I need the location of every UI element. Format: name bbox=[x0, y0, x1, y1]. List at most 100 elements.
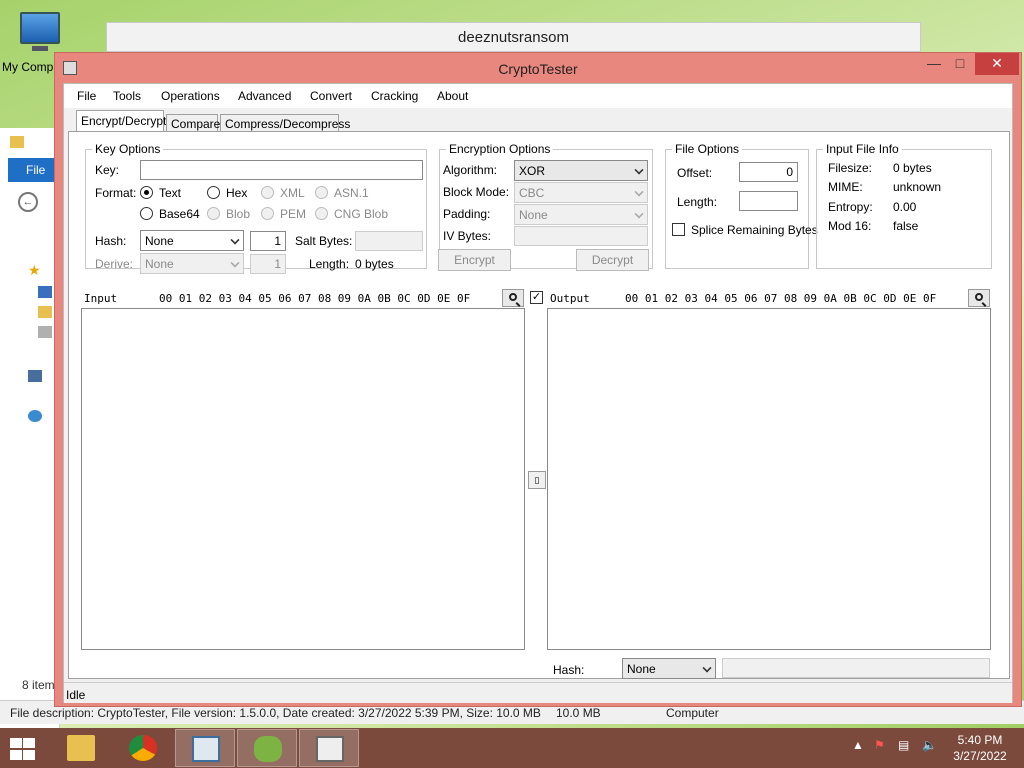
chrome-icon bbox=[129, 735, 157, 761]
format-hex-radio[interactable] bbox=[207, 186, 220, 199]
computer-icon bbox=[20, 12, 60, 44]
format-asn1-label: ASN.1 bbox=[334, 186, 369, 200]
offset-input[interactable] bbox=[739, 162, 798, 182]
output-search-button[interactable] bbox=[968, 289, 990, 307]
cryptotester-icon bbox=[254, 736, 282, 762]
cryptotester-window[interactable]: CryptoTester — □ ✕ File Tools Operations… bbox=[54, 52, 1022, 707]
splice-remaining-label: Splice Remaining Bytes bbox=[691, 223, 818, 237]
key-input[interactable] bbox=[140, 160, 423, 180]
close-button[interactable]: ✕ bbox=[975, 53, 1019, 75]
format-blob-radio[interactable] bbox=[207, 207, 220, 220]
menu-advanced[interactable]: Advanced bbox=[238, 89, 291, 103]
format-text-radio[interactable] bbox=[140, 186, 153, 199]
output-hash-result[interactable] bbox=[722, 658, 990, 678]
desktop-folder-icon bbox=[38, 286, 52, 298]
algorithm-select-value: XOR bbox=[519, 164, 546, 178]
mime-value: unknown bbox=[893, 180, 942, 194]
hash-select[interactable]: None bbox=[140, 230, 244, 251]
entropy-value: 0.00 bbox=[893, 200, 917, 214]
output-hex-editor[interactable] bbox=[547, 308, 991, 650]
background-window[interactable]: deeznutsransom bbox=[106, 22, 921, 52]
explorer-file-tab[interactable]: File bbox=[8, 158, 54, 182]
format-asn1-radio[interactable] bbox=[315, 186, 328, 199]
offset-label: Offset: bbox=[677, 166, 713, 180]
salt-bytes-label: Salt Bytes: bbox=[295, 234, 353, 248]
format-pem-label: PEM bbox=[280, 207, 307, 221]
tab-strip: Encrypt/Decrypt Compare Compress/Decompr… bbox=[64, 110, 1012, 132]
menu-about[interactable]: About bbox=[437, 89, 468, 103]
filesize-value: 0 bytes bbox=[893, 161, 932, 175]
key-length-label: Length: bbox=[309, 257, 350, 271]
derive-select[interactable]: None bbox=[140, 253, 244, 274]
explorer-item-count: 8 item bbox=[22, 678, 55, 692]
input-pane-label: Input bbox=[84, 292, 118, 305]
taskbar-chrome[interactable] bbox=[113, 729, 173, 767]
derive-iterations-input[interactable] bbox=[250, 254, 286, 274]
decrypt-button[interactable]: Decrypt bbox=[576, 249, 649, 271]
iv-bytes-input[interactable] bbox=[514, 226, 648, 246]
start-button[interactable] bbox=[6, 736, 36, 760]
taskbar: ▲ ⚑ ▤ 🔈 5:40 PM 3/27/2022 bbox=[0, 728, 1024, 768]
tab-encrypt-decrypt[interactable]: Encrypt/Decrypt bbox=[76, 110, 166, 132]
file-description: File description: CryptoTester, File ver… bbox=[10, 706, 541, 720]
block-mode-select[interactable]: CBC bbox=[514, 182, 648, 203]
menu-tools[interactable]: Tools bbox=[113, 89, 141, 103]
menu-file[interactable]: File bbox=[77, 89, 96, 103]
star-icon: ★ bbox=[28, 262, 41, 278]
mod16-label: Mod 16: bbox=[828, 219, 872, 233]
clock[interactable]: 5:40 PM 3/27/2022 bbox=[948, 732, 1012, 764]
taskbar-app-window[interactable] bbox=[175, 729, 235, 767]
format-cng-blob-radio[interactable] bbox=[315, 207, 328, 220]
network-icon[interactable]: ▤ bbox=[898, 738, 909, 752]
format-xml-radio[interactable] bbox=[261, 186, 274, 199]
clock-time: 5:40 PM bbox=[957, 733, 1003, 747]
encryption-options-title: Encryption Options bbox=[446, 142, 554, 156]
clock-date: 3/27/2022 bbox=[953, 749, 1007, 763]
taskbar-document[interactable] bbox=[299, 729, 359, 767]
input-column-header: 00 01 02 03 04 05 06 07 08 09 0A 0B 0C 0… bbox=[159, 292, 471, 305]
tab-compare[interactable]: Compare bbox=[166, 114, 220, 132]
key-length-value: 0 bytes bbox=[355, 257, 394, 271]
tray-overflow-icon[interactable]: ▲ bbox=[852, 738, 864, 752]
key-label: Key: bbox=[95, 163, 120, 177]
file-length-input[interactable] bbox=[739, 191, 798, 211]
splice-remaining-checkbox[interactable] bbox=[672, 223, 685, 236]
file-location: Computer bbox=[666, 706, 719, 720]
back-arrow-icon[interactable]: ← bbox=[18, 192, 38, 212]
derive-label: Derive: bbox=[95, 257, 134, 271]
explorer-window[interactable]: File ← ★ 8 item bbox=[0, 128, 60, 728]
taskbar-file-explorer[interactable] bbox=[51, 729, 111, 767]
tab-compress-decompress[interactable]: Compress/Decompress bbox=[220, 114, 350, 132]
padding-select[interactable]: None bbox=[514, 204, 648, 225]
minimize-button[interactable]: — bbox=[921, 53, 947, 75]
encrypt-button[interactable]: Encrypt bbox=[438, 249, 511, 271]
menu-operations[interactable]: Operations bbox=[161, 89, 220, 103]
maximize-button[interactable]: □ bbox=[947, 53, 973, 75]
sync-scroll-checkbox[interactable]: ✓ bbox=[530, 291, 543, 304]
input-hex-editor[interactable] bbox=[81, 308, 525, 650]
menu-cracking[interactable]: Cracking bbox=[371, 89, 418, 103]
file-size: 10.0 MB bbox=[556, 706, 601, 720]
volume-icon[interactable]: 🔈 bbox=[922, 738, 937, 752]
mod16-value: false bbox=[893, 219, 919, 233]
document-icon bbox=[316, 736, 344, 762]
action-center-icon[interactable]: ⚑ bbox=[874, 738, 885, 752]
output-hash-select[interactable]: None bbox=[622, 658, 716, 679]
format-base64-radio[interactable] bbox=[140, 207, 153, 220]
hash-iterations-input[interactable] bbox=[250, 231, 286, 251]
taskbar-cryptotester[interactable] bbox=[237, 729, 297, 767]
output-hash-label: Hash: bbox=[553, 663, 585, 677]
salt-bytes-input[interactable] bbox=[355, 231, 423, 251]
swap-panes-button[interactable]: ▯ bbox=[528, 471, 546, 489]
hash-select-value: None bbox=[145, 234, 174, 248]
input-search-button[interactable] bbox=[502, 289, 524, 307]
file-options-group: File Options Offset: Length: Splice Rema… bbox=[665, 142, 818, 269]
title-bar[interactable]: CryptoTester — □ ✕ bbox=[55, 53, 1021, 83]
output-column-header: 00 01 02 03 04 05 06 07 08 09 0A 0B 0C 0… bbox=[625, 292, 937, 305]
chevron-down-icon bbox=[634, 187, 644, 197]
format-pem-radio[interactable] bbox=[261, 207, 274, 220]
menu-convert[interactable]: Convert bbox=[310, 89, 352, 103]
algorithm-select[interactable]: XOR bbox=[514, 160, 648, 181]
input-file-info-title: Input File Info bbox=[823, 142, 902, 156]
window-title: CryptoTester bbox=[498, 61, 578, 77]
